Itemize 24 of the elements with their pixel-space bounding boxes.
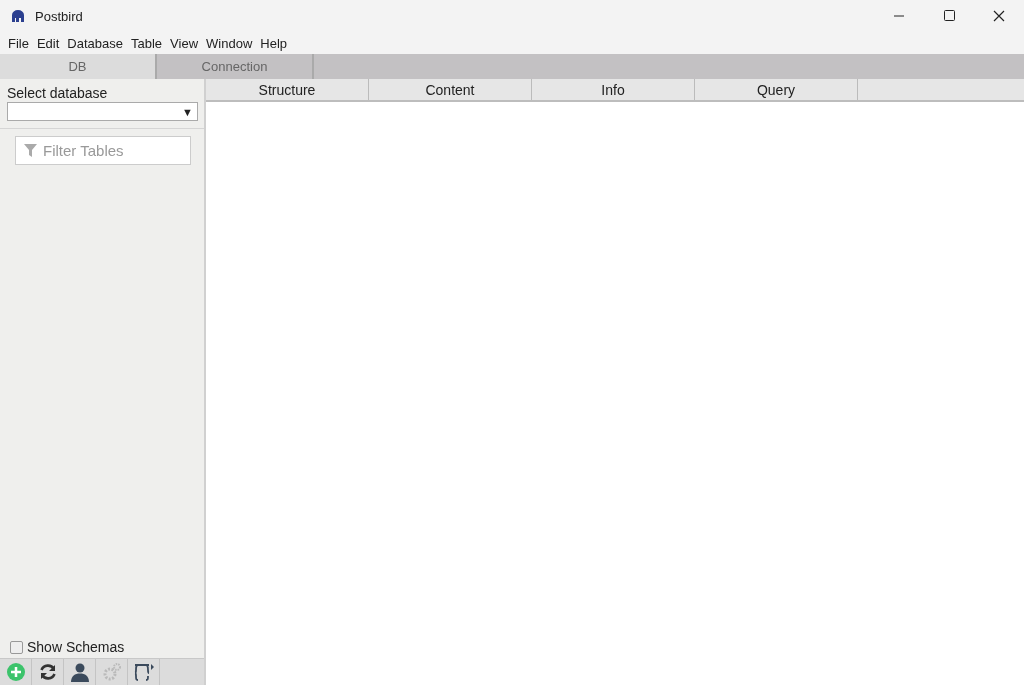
menu-item[interactable]: Window xyxy=(202,35,257,51)
menu-item[interactable]: Table xyxy=(127,35,167,51)
tab[interactable]: Content xyxy=(369,79,532,100)
menu-item[interactable]: Database xyxy=(63,35,127,51)
window-title: Postbird xyxy=(35,8,83,24)
plus-icon[interactable] xyxy=(5,662,26,682)
menu-item[interactable]: Edit xyxy=(32,35,64,51)
tab[interactable]: DB xyxy=(0,54,157,79)
select-database-label: Select database xyxy=(6,84,109,101)
show-schemas-checkbox[interactable] xyxy=(10,640,23,654)
tab[interactable]: Query xyxy=(695,79,858,100)
tab[interactable]: Info xyxy=(532,79,695,100)
menu-item[interactable]: File xyxy=(4,35,33,51)
tab[interactable]: Structure xyxy=(206,79,369,100)
funnel-icon xyxy=(24,144,37,157)
database-dropdown[interactable]: ▼ xyxy=(7,102,198,121)
elephant-icon xyxy=(11,10,25,22)
user-icon[interactable] xyxy=(69,662,90,682)
show-schemas-label: Show Schemas xyxy=(27,639,125,655)
refresh-icon[interactable] xyxy=(37,662,58,682)
menu-item[interactable]: Help xyxy=(256,35,292,51)
menu-item[interactable]: View xyxy=(166,35,203,51)
braces-export-icon[interactable] xyxy=(132,662,155,682)
filter-tables-field[interactable]: Filter Tables xyxy=(15,136,191,165)
